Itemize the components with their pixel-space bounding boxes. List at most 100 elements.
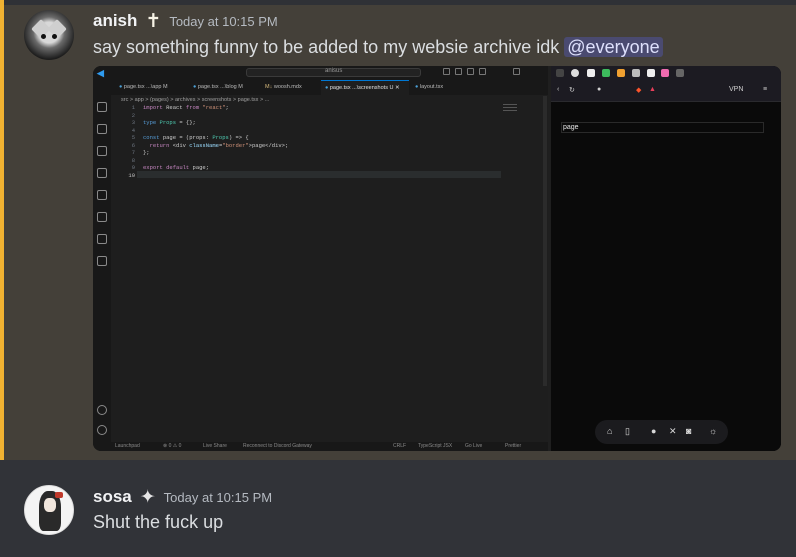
chat-top-edge bbox=[0, 0, 796, 5]
status-item: Reconnect to Discord Gateway bbox=[243, 443, 312, 449]
timestamp[interactable]: Today at 10:15 PM bbox=[169, 14, 277, 29]
editor-breadcrumb: src > app > (pages) > archives > screens… bbox=[121, 97, 270, 103]
menu-icon: ≡ bbox=[763, 86, 768, 93]
code-line: export default page; bbox=[143, 164, 210, 171]
discord-icon: ◙ bbox=[686, 426, 692, 436]
page-text: page bbox=[563, 124, 579, 131]
message-content: Shut the fuck up bbox=[93, 512, 223, 533]
extensions-icon bbox=[97, 168, 107, 178]
back-icon: ‹ bbox=[557, 86, 560, 93]
browser-tab-strip bbox=[551, 66, 781, 80]
avatar-sosa[interactable] bbox=[24, 485, 74, 535]
message-content: say something funny to be added to my we… bbox=[93, 37, 663, 58]
line-number: 4 bbox=[131, 126, 135, 134]
tab-label: page.tsx ...\blog M bbox=[197, 84, 243, 90]
line-number: 2 bbox=[131, 111, 135, 119]
editor-tab: ● layout.tsx bbox=[411, 80, 461, 95]
line-number: 3 bbox=[131, 119, 135, 126]
status-item: CRLF bbox=[393, 443, 407, 449]
vscode-logo-icon: ◀ bbox=[97, 68, 104, 78]
everyone-mention[interactable]: @everyone bbox=[564, 37, 663, 57]
reload-icon: ↻ bbox=[569, 87, 575, 94]
code-line: }; bbox=[143, 149, 150, 156]
browser-page: page ⌂ ▯ ● ✕ ◙ ☼ bbox=[551, 102, 781, 451]
tab-label: layout.tsx bbox=[419, 84, 444, 90]
browser-tab-icon bbox=[647, 69, 655, 77]
editor-tab: ● page.tsx ...\app M bbox=[115, 80, 187, 95]
message-anish: anish ✝ Today at 10:15 PM say something … bbox=[0, 0, 796, 460]
tab-label: woosh.mdx bbox=[273, 84, 302, 90]
browser-toolbar: ‹ ↻ ● ◆ ▲ VPN ≡ bbox=[551, 80, 781, 102]
command-search: anisus bbox=[246, 68, 421, 77]
line-number: 10 bbox=[128, 171, 135, 179]
editor-tab-active: ● page.tsx ...\screenshots U ✕ bbox=[321, 80, 409, 95]
timestamp[interactable]: Today at 10:15 PM bbox=[164, 490, 272, 505]
chat-channel: anish ✝ Today at 10:15 PM say something … bbox=[0, 0, 796, 557]
layout-icon bbox=[467, 68, 474, 75]
status-item: TypeScript JSX bbox=[418, 443, 453, 449]
source-control-icon bbox=[97, 190, 107, 200]
screenshot-attachment[interactable]: ◀ anisus ● page.tsx ...\app M ● page.tsx… bbox=[93, 66, 781, 451]
status-item: Prettier bbox=[505, 443, 522, 449]
status-item: Go Live bbox=[465, 443, 483, 449]
line-number: 8 bbox=[131, 156, 135, 164]
github-icon: ● bbox=[651, 426, 657, 436]
layout-icon bbox=[443, 68, 450, 75]
browser-tab-icon bbox=[632, 69, 640, 77]
tab-label: page.tsx ...\screenshots U bbox=[329, 85, 394, 91]
settings-gear-icon bbox=[97, 425, 107, 435]
cross-role-icon[interactable]: ✝ bbox=[145, 12, 161, 31]
avatar-bow bbox=[55, 492, 63, 498]
sparkle-role-icon[interactable]: ✦ bbox=[140, 488, 156, 507]
github-icon bbox=[97, 146, 107, 156]
browser-tab-icon bbox=[676, 69, 684, 77]
avatar-face bbox=[44, 498, 56, 512]
testing-icon bbox=[97, 256, 107, 266]
message-header: anish ✝ Today at 10:15 PM bbox=[93, 10, 278, 32]
mdx-file-icon: M↓ bbox=[265, 84, 274, 90]
minimap bbox=[503, 104, 517, 118]
code-editor-window: ◀ anisus ● page.tsx ...\app M ● page.tsx… bbox=[93, 66, 548, 451]
message-text: Shut the fuck up bbox=[93, 512, 224, 532]
tab-label: page.tsx ...\app M bbox=[123, 84, 168, 90]
search-icon bbox=[97, 124, 107, 134]
minimap-line bbox=[503, 110, 517, 111]
brave-shield-icon: ◆ bbox=[636, 87, 642, 94]
mention-highlight-bar bbox=[0, 0, 4, 460]
browser-tab-icon bbox=[587, 69, 595, 77]
theme-toggle-icon: ☼ bbox=[709, 426, 718, 436]
page-dock: ⌂ ▯ ● ✕ ◙ ☼ bbox=[595, 420, 728, 444]
brave-rewards-icon: ▲ bbox=[649, 86, 656, 93]
message-text: say something funny to be added to my we… bbox=[93, 37, 560, 57]
layout-icon bbox=[479, 68, 486, 75]
username[interactable]: sosa bbox=[93, 487, 132, 507]
code-line: return <div className="border">page</div… bbox=[149, 141, 289, 149]
editor-tabs: ● page.tsx ...\app M ● page.tsx ...\blog… bbox=[111, 80, 548, 95]
minimap-line bbox=[503, 104, 517, 105]
browser-window: ‹ ↻ ● ◆ ▲ VPN ≡ page ⌂ ▯ ● ✕ ◙ ☼ bbox=[551, 66, 781, 451]
current-line-highlight bbox=[137, 171, 501, 178]
message-header: sosa ✦ Today at 10:15 PM bbox=[93, 486, 272, 508]
status-item: ⊗ 0 ⚠ 0 bbox=[163, 443, 182, 449]
status-item: Launchpad bbox=[115, 443, 140, 449]
line-number: 5 bbox=[131, 134, 135, 141]
username[interactable]: anish bbox=[93, 11, 137, 31]
layout-icon bbox=[455, 68, 462, 75]
vpn-button: VPN bbox=[729, 86, 744, 93]
line-number: 6 bbox=[131, 141, 135, 149]
editor-tab: M↓ woosh.mdx bbox=[261, 80, 319, 95]
editor-tab: ● page.tsx ...\blog M bbox=[189, 80, 259, 95]
browser-tab-icon bbox=[617, 69, 625, 77]
explorer-icon bbox=[97, 102, 107, 112]
minimap-line bbox=[503, 107, 517, 108]
phone-icon: ▯ bbox=[625, 426, 630, 436]
avatar-anish[interactable] bbox=[24, 10, 74, 60]
site-icon: ● bbox=[597, 86, 602, 93]
browser-tab-icon bbox=[556, 69, 564, 77]
browser-tab-icon bbox=[661, 69, 669, 77]
line-number: 9 bbox=[131, 164, 135, 171]
code-line: const page = (props: Props) => { bbox=[143, 134, 249, 141]
command-search-text: anisus bbox=[325, 68, 343, 74]
editor-scrollbar bbox=[543, 96, 547, 386]
activity-bar bbox=[93, 80, 111, 442]
